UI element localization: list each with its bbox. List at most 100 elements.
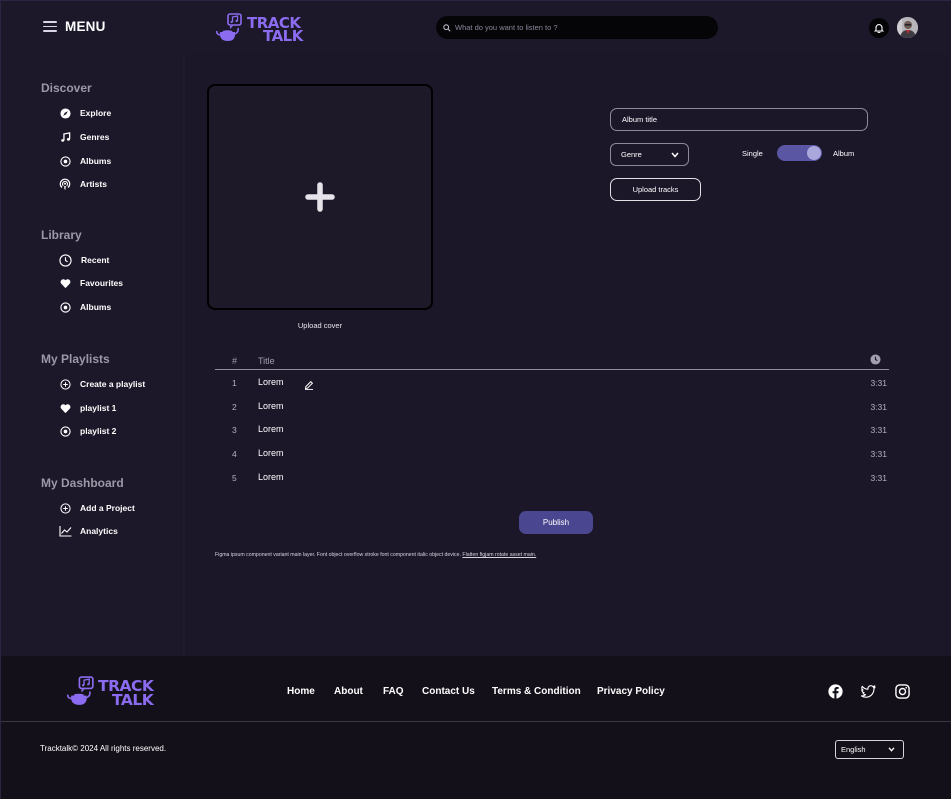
sidebar-item-label: playlist 1 [80, 403, 117, 413]
single-album-toggle[interactable] [777, 145, 822, 161]
search-input[interactable] [455, 23, 695, 32]
upload-cover-box[interactable] [207, 84, 433, 310]
table-row[interactable]: 1 Lorem 3:31 [215, 376, 889, 392]
line-chart-icon [58, 524, 72, 538]
sidebar-item-label: Recent [81, 255, 110, 265]
info-note: Figma ipsum component variant main layer… [215, 552, 536, 558]
sidebar-item-albums[interactable]: Albums [58, 154, 111, 168]
instagram-icon[interactable] [895, 684, 910, 699]
section-title-library: Library [41, 228, 82, 242]
track-title: Lorem [258, 401, 284, 411]
sidebar-item-library-albums[interactable]: Albums [58, 300, 111, 314]
upload-tracks-button[interactable]: Upload tracks [610, 178, 701, 201]
track-duration: 3:31 [870, 425, 887, 435]
compass-icon [58, 106, 72, 120]
track-title: Lorem [258, 377, 284, 387]
search-bar[interactable] [436, 16, 718, 39]
track-number: 2 [232, 402, 237, 412]
publish-button[interactable]: Publish [519, 511, 593, 534]
footer-link-terms[interactable]: Terms & Condition [492, 686, 581, 697]
table-header-divider [215, 369, 889, 370]
logo-line-2: TALK [112, 690, 154, 709]
sidebar-item-create-playlist[interactable]: Create a playlist [58, 377, 145, 391]
table-row[interactable]: 4 Lorem 3:31 [215, 447, 889, 463]
sidebar-item-label: Artists [80, 179, 107, 189]
genre-dropdown[interactable]: Genre [610, 143, 689, 166]
avatar[interactable] [897, 17, 918, 38]
footer-link-contact[interactable]: Contact Us [422, 686, 475, 697]
sidebar-item-label: Add a Project [80, 503, 135, 513]
sidebar-item-add-project[interactable]: Add a Project [58, 501, 135, 515]
language-select[interactable]: English [835, 740, 904, 759]
section-title-playlists: My Playlists [41, 352, 110, 366]
footer: TRACK TALK [1, 656, 951, 721]
podcast-icon [58, 177, 72, 191]
track-number: 3 [232, 425, 237, 435]
table-row[interactable]: 2 Lorem 3:31 [215, 400, 889, 416]
sidebar-item-genres[interactable]: Genres [58, 130, 109, 144]
toggle-label-single: Single [742, 149, 763, 158]
track-title: Lorem [258, 472, 284, 482]
sidebar-item-label: Create a playlist [80, 379, 146, 389]
hamburger-icon [43, 21, 57, 32]
toggle-label-album: Album [833, 149, 855, 158]
footer-link-home[interactable]: Home [287, 686, 315, 697]
toggle-knob [807, 146, 821, 160]
upload-cover-label: Upload cover [297, 321, 343, 330]
footer-link-faq[interactable]: FAQ [383, 686, 404, 697]
edit-pencil-icon[interactable] [304, 377, 314, 395]
track-title: Lorem [258, 448, 284, 458]
track-duration: 3:31 [870, 473, 887, 483]
track-duration: 3:31 [870, 378, 887, 388]
footer-logo[interactable]: TRACK TALK [67, 676, 154, 709]
logo-wordmark: TRACK TALK [98, 678, 154, 709]
table-row[interactable]: 5 Lorem 3:31 [215, 471, 889, 487]
header-logo[interactable]: TRACK TALK [216, 13, 303, 46]
track-title: Lorem [258, 424, 284, 434]
bell-icon [874, 24, 884, 33]
twitter-icon[interactable] [861, 684, 876, 699]
sidebar-item-artists[interactable]: Artists [58, 177, 107, 191]
genre-label: Genre [621, 150, 642, 159]
notifications-button[interactable] [869, 18, 889, 38]
album-title-input[interactable] [610, 108, 868, 131]
heart-icon [58, 401, 72, 415]
logo-line-2: TALK [263, 27, 303, 46]
sidebar-item-recent[interactable]: Recent [58, 253, 109, 267]
heart-icon [58, 276, 72, 290]
chevron-down-icon [671, 152, 679, 158]
sidebar-item-label: Analytics [80, 526, 118, 536]
track-number: 1 [232, 378, 237, 388]
language-value: English [841, 745, 866, 754]
footer-bottom [1, 722, 951, 799]
sidebar-item-favourites[interactable]: Favourites [58, 276, 123, 290]
sidebar-item-label: Genres [80, 132, 110, 142]
sidebar-item-label: Albums [80, 156, 112, 166]
sidebar-item-playlist-1[interactable]: playlist 1 [58, 401, 116, 415]
sidebar-item-explore[interactable]: Explore [58, 106, 111, 120]
user-photo-icon [897, 17, 918, 38]
facebook-icon[interactable] [828, 684, 843, 699]
table-row[interactable]: 3 Lorem 3:31 [215, 423, 889, 439]
sidebar-item-label: playlist 2 [80, 426, 117, 436]
sidebar-item-label: Albums [80, 302, 112, 312]
sidebar-item-label: Favourites [80, 278, 123, 288]
plus-circle-icon [58, 377, 72, 391]
footer-link-about[interactable]: About [334, 686, 363, 697]
menu-button[interactable]: MENU [43, 19, 106, 34]
menu-label: MENU [65, 19, 106, 34]
track-duration: 3:31 [870, 402, 887, 412]
sidebar-item-playlist-2[interactable]: playlist 2 [58, 424, 116, 438]
info-note-link[interactable]: Flatten figjam rotate asset main. [462, 552, 536, 558]
chevron-down-icon [888, 747, 895, 752]
track-duration: 3:31 [870, 449, 887, 459]
column-header-title: Title [258, 356, 275, 366]
footer-link-privacy[interactable]: Privacy Policy [597, 686, 665, 697]
plus-circle-icon [58, 501, 72, 515]
sidebar-item-analytics[interactable]: Analytics [58, 524, 118, 538]
search-icon [443, 23, 451, 32]
section-title-discover: Discover [41, 81, 92, 95]
section-title-dashboard: My Dashboard [41, 476, 124, 490]
plus-icon [305, 182, 335, 212]
page: MENU TRACK TALK What do you want to list… [0, 0, 951, 799]
